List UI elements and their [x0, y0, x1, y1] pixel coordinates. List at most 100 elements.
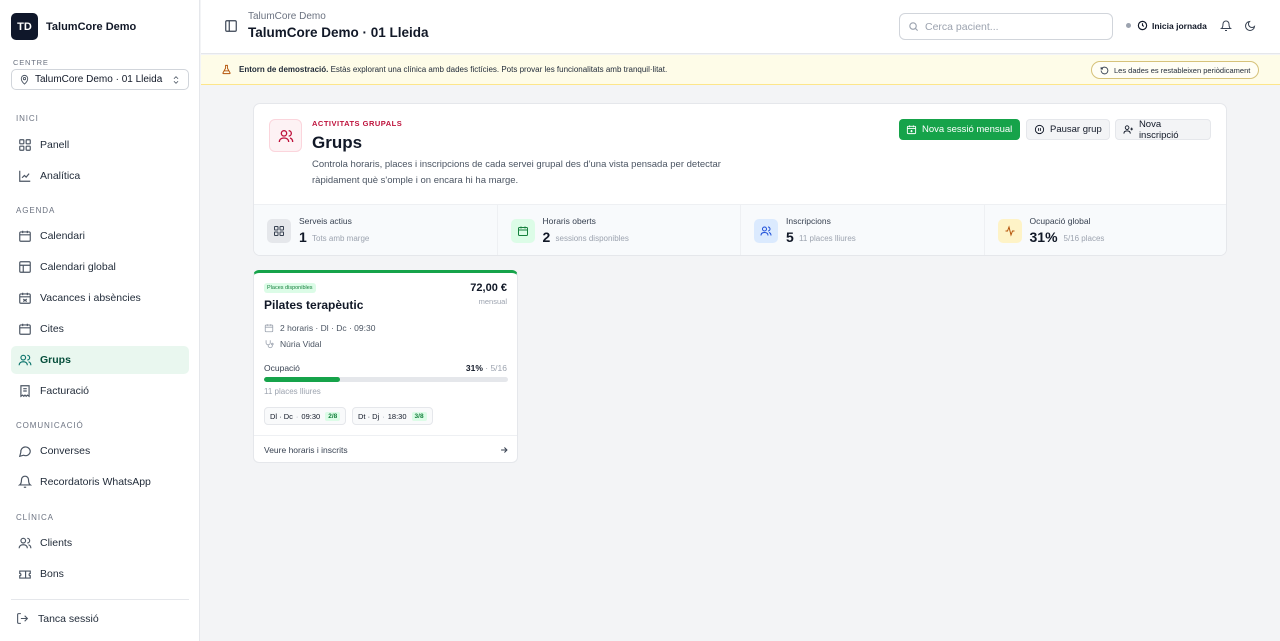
sidebar-item-label: Calendari [40, 230, 85, 242]
calendar-icon [510, 219, 535, 243]
sidebar-item-label: Analítica [40, 170, 81, 182]
occupancy-value: 31% · 5/16 [466, 363, 507, 373]
pause-group-button[interactable]: Pausar grup [1026, 119, 1110, 140]
header-subtitle: TalumCore Demo [248, 11, 326, 22]
sidebar-item-grups[interactable]: Grups [11, 346, 189, 374]
calendar-plus-icon [906, 125, 917, 135]
stat-open-schedules: Horaris oberts 2 sessions disponibles [498, 205, 741, 255]
button-label: Nova inscripció [1138, 118, 1179, 141]
users-icon [269, 119, 302, 152]
stat-value: 31% [1029, 229, 1058, 245]
sidebar-item-analitica[interactable]: Analítica [11, 162, 189, 190]
arrow-right-icon [501, 446, 508, 453]
status-dot [1126, 23, 1131, 28]
banner-body: Estàs explorant una clínica amb dades fi… [328, 65, 668, 74]
moon-icon[interactable] [1244, 20, 1256, 32]
section-comunicacio: COMUNICACIÓ [16, 421, 84, 430]
sidebar-item-calendari-global[interactable]: Calendari global [11, 253, 189, 281]
bell-ring-icon [18, 475, 32, 488]
sidebar-item-label: Vacances i absències [40, 292, 141, 304]
sidebar-item-label: Facturació [40, 385, 90, 397]
button-label: Pausar grup [1050, 124, 1102, 135]
view-schedules-label: Veure horaris i inscrits [264, 444, 348, 455]
calendar-check-icon [19, 323, 31, 335]
sidebar-item-vacances[interactable]: Vacances i absències [11, 284, 189, 312]
sidebar-item-bons[interactable]: Bons [11, 560, 189, 588]
schedule-slot[interactable]: Dt · Dj · 18:30 3/8 [352, 407, 433, 425]
slot-time: 18:30 [387, 411, 407, 421]
sidebar-item-label: Bons [40, 568, 64, 580]
section-clinica: CLÍNICA [16, 513, 54, 522]
sidebar-item-clients[interactable]: Clients [11, 529, 189, 557]
logout-icon [17, 613, 29, 624]
stat-label: Serveis actius [299, 216, 352, 226]
search-input[interactable]: Cerca pacient... [899, 13, 1113, 40]
grid-icon [267, 219, 291, 243]
sidebar-toggle-icon[interactable] [224, 19, 238, 33]
layout-icon [19, 261, 31, 273]
map-pin-icon [20, 74, 29, 85]
group-therapist-name: Núria Vidal [280, 339, 322, 349]
chart-icon [19, 170, 31, 182]
new-enrollment-button[interactable]: Nova inscripció [1115, 118, 1211, 141]
occupancy-count: 5/16 [490, 363, 507, 373]
stat-label: Inscripcions [786, 216, 831, 226]
centre-label: CENTRE [13, 58, 49, 67]
grid-icon [19, 139, 31, 151]
stat-global-occupancy: Ocupació global 31% 5/16 places [985, 205, 1227, 255]
eyebrow: ACTIVITATS GRUPALS [312, 119, 403, 128]
status-badge: Places disponibles [264, 283, 316, 293]
group-name: Pilates terapèutic [264, 298, 364, 312]
brand-logo: TD [11, 13, 38, 40]
stat-hint: 5/16 places [1063, 234, 1105, 243]
sidebar-item-label: Panell [40, 139, 70, 151]
users-icon [18, 537, 32, 549]
occupancy-bar-fill [264, 377, 340, 382]
search-icon [909, 22, 919, 32]
group-card[interactable]: Places disponibles Pilates terapèutic 72… [253, 270, 518, 463]
banner-text: Entorn de demostració. Estàs explorant u… [239, 65, 667, 74]
stat-enrollments: Inscripcions 5 11 places lliures [741, 205, 985, 255]
bell-icon[interactable] [1220, 20, 1232, 32]
section-agenda: AGENDA [16, 206, 56, 215]
sidebar-item-facturacio[interactable]: Facturació [11, 377, 189, 405]
free-places: 11 places lliures [264, 387, 321, 396]
stat-value: 2 [542, 229, 551, 245]
logout-label: Tanca sessió [38, 612, 99, 625]
reset-info-label: Les dades es restableixen periòdicament [1114, 65, 1251, 75]
sidebar-item-calendari[interactable]: Calendari [11, 222, 189, 250]
view-schedules-link[interactable]: Veure horaris i inscrits [254, 435, 517, 462]
sidebar-item-label: Cites [40, 323, 64, 335]
schedule-slot[interactable]: Dl · Dc · 09:30 2/8 [264, 407, 347, 425]
group-price-period: mensual [478, 297, 507, 306]
sidebar-divider [11, 599, 189, 600]
brand[interactable]: TD TalumCore Demo [11, 13, 136, 40]
page-title: TalumCore Demo · 01 Lleida [248, 25, 429, 40]
users-icon [754, 219, 778, 243]
stat-hint: Tots amb marge [312, 234, 370, 243]
occupancy-bar [264, 377, 508, 382]
slot-time: 09:30 [301, 411, 321, 421]
logout-button[interactable]: Tanca sessió [16, 612, 99, 625]
sidebar-item-cites[interactable]: Cites [11, 315, 189, 343]
sidebar-item-panell[interactable]: Panell [11, 131, 189, 159]
stethoscope-icon [265, 340, 274, 349]
activity-icon [997, 219, 1022, 243]
sidebar-item-recordatoris[interactable]: Recordatoris WhatsApp [11, 468, 189, 496]
sidebar-item-label: Clients [40, 537, 73, 549]
new-monthly-session-button[interactable]: Nova sessió mensual [899, 119, 1020, 140]
brand-name: TalumCore Demo [46, 20, 137, 33]
centre-select[interactable]: TalumCore Demo · 01 Lleida [11, 69, 189, 90]
sidebar-item-label: Recordatoris WhatsApp [40, 476, 151, 488]
chat-icon [18, 446, 31, 458]
button-label: Nova sessió mensual [922, 124, 1013, 135]
sidebar-item-label: Converses [40, 445, 91, 457]
group-schedule-text: 2 horaris · Dl · Dc · 09:30 [280, 323, 376, 333]
users-icon [18, 354, 32, 366]
slot-days: Dl · Dc [270, 411, 293, 421]
occupancy-label: Ocupació [264, 363, 300, 373]
calendar-off-icon [19, 292, 31, 304]
calendar-icon [264, 324, 274, 333]
sidebar-item-converses[interactable]: Converses [11, 437, 189, 465]
start-shift-button[interactable]: Inicia jornada [1126, 20, 1207, 31]
